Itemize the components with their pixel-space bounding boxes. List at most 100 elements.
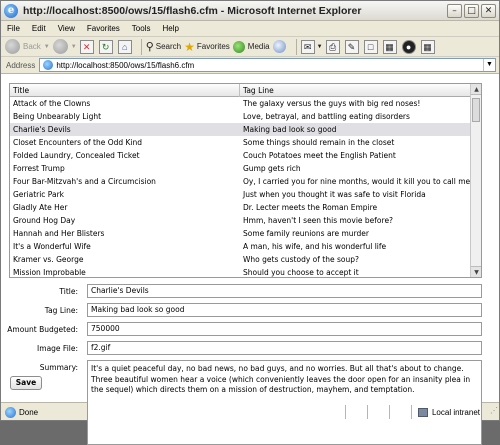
research-icon: ▦ <box>382 39 397 54</box>
table-row[interactable]: Being Unbearably Light Love, betrayal, an… <box>10 110 471 123</box>
cell-title: Geriatric Park <box>13 190 65 199</box>
cell-tagline: Should you choose to accept it <box>243 268 359 277</box>
forward-button[interactable]: ▼ <box>52 38 77 56</box>
menu-favorites[interactable]: Favorites <box>81 24 126 33</box>
table-row[interactable]: Mission Improbable Should you choose to a… <box>10 266 471 277</box>
cell-tagline: The galaxy versus the guys with big red … <box>243 99 421 108</box>
scroll-down-icon[interactable]: ▼ <box>471 266 481 277</box>
column-header-tagline[interactable]: Tag Line <box>240 84 471 97</box>
research-button[interactable]: ▦ <box>382 38 399 56</box>
search-button[interactable]: ⚲ Search <box>146 38 181 56</box>
address-bar: Address http://localhost:8500/ows/15/fla… <box>1 57 499 74</box>
cell-tagline: Just when you thought it was safe to vis… <box>243 190 426 199</box>
title-bar: e http://localhost:8500/ows/15/flash6.cf… <box>1 1 499 21</box>
summary-textarea[interactable]: It's a quiet peaceful day, no bad news, … <box>87 360 482 445</box>
print-button[interactable]: ⎙ <box>325 38 342 56</box>
menu-help[interactable]: Help <box>156 24 184 33</box>
back-button[interactable]: Back ▼ <box>5 38 50 56</box>
status-segment <box>344 405 367 419</box>
intranet-icon <box>417 407 428 417</box>
cell-title: Ground Hog Day <box>13 216 76 225</box>
cell-title: Kramer vs. George <box>13 255 84 264</box>
maximize-button[interactable]: □ <box>464 4 479 18</box>
budget-field[interactable]: 750000 <box>87 322 482 336</box>
budget-label: Amount Budgeted: <box>7 325 78 334</box>
table-row[interactable]: Four Bar-Mitzvah's and a Circumcision Oy,… <box>10 175 471 188</box>
menu-bar: File Edit View Favorites Tools Help <box>1 21 499 37</box>
table-row[interactable]: Ground Hog Day Hmm, haven't I seen this m… <box>10 214 471 227</box>
status-segment <box>366 405 389 419</box>
stop-button[interactable]: ✕ <box>79 38 96 56</box>
table-row[interactable]: Hannah and Her Blisters Some family reuni… <box>10 227 471 240</box>
star-icon: ★ <box>184 39 195 54</box>
cell-tagline: A man, his wife, and his wonderful life <box>243 242 387 251</box>
image-file-field[interactable]: f2.gif <box>87 341 482 355</box>
menu-file[interactable]: File <box>1 24 26 33</box>
close-button[interactable]: ✕ <box>481 4 496 18</box>
cell-tagline: Gump gets rich <box>243 164 301 173</box>
favorites-button[interactable]: ★ Favorites <box>184 38 230 56</box>
table-row[interactable]: Folded Laundry, Concealed Ticket Couch Po… <box>10 149 471 162</box>
forward-arrow-icon <box>52 39 68 54</box>
minimize-button[interactable]: – <box>447 4 462 18</box>
stop-icon: ✕ <box>79 39 94 54</box>
tagline-field[interactable]: Making bad look so good <box>87 303 482 317</box>
cell-tagline: Some family reunions are murder <box>243 229 369 238</box>
save-button[interactable]: Save <box>10 376 42 390</box>
menu-tools[interactable]: Tools <box>126 24 157 33</box>
title-label: Title: <box>59 287 78 296</box>
menu-edit[interactable]: Edit <box>26 24 52 33</box>
mail-icon: ✉ <box>300 39 315 54</box>
table-row[interactable]: It's a Wonderful Wife A man, his wife, an… <box>10 240 471 253</box>
grid-body: Attack of the Clowns The galaxy versus th… <box>10 97 471 277</box>
discuss-icon: □ <box>363 39 378 54</box>
messenger-button[interactable]: ● <box>401 38 418 56</box>
mail-button[interactable]: ✉ ▼ <box>300 38 323 56</box>
grid-header: Title Tag Line <box>10 84 471 97</box>
summary-label: Summary: <box>39 363 78 372</box>
address-dropdown-icon[interactable]: ▼ <box>483 59 495 71</box>
menu-view[interactable]: View <box>52 24 81 33</box>
status-text: Done <box>19 407 39 417</box>
security-zone[interactable]: Local intranet <box>410 405 486 419</box>
table-row[interactable]: Charlie's Devils Making bad look so good <box>10 123 471 136</box>
discuss-button[interactable]: □ <box>363 38 380 56</box>
title-field[interactable]: Charlie's Devils <box>87 284 482 298</box>
media-icon <box>232 40 245 53</box>
cell-title: Attack of the Clowns <box>13 99 91 108</box>
scroll-thumb[interactable] <box>472 98 480 122</box>
media-label: Media <box>247 42 270 51</box>
media-button[interactable]: Media <box>232 38 270 56</box>
table-row[interactable]: Closet Encounters of the Odd Kind Some th… <box>10 136 471 149</box>
grid-scrollbar[interactable]: ▲ ▼ <box>470 84 481 277</box>
column-header-title[interactable]: Title <box>10 84 240 97</box>
extra-button[interactable]: ▦ <box>420 38 437 56</box>
movies-grid[interactable]: Title Tag Line Attack of the Clowns The g… <box>9 83 482 278</box>
browser-window: e http://localhost:8500/ows/15/flash6.cf… <box>0 0 500 445</box>
window-title: http://localhost:8500/ows/15/flash6.cfm … <box>23 4 362 17</box>
cell-title: Being Unbearably Light <box>13 112 102 121</box>
extra-icon: ▦ <box>420 39 435 54</box>
resize-grip-icon[interactable]: ⋰ <box>486 406 498 418</box>
search-label: Search <box>155 42 182 51</box>
ie-logo-icon: e <box>4 3 18 18</box>
address-label: Address <box>6 60 36 70</box>
table-row[interactable]: Gladly Ate Her Dr. Lecter meets the Roman… <box>10 201 471 214</box>
address-input[interactable]: http://localhost:8500/ows/15/flash6.cfm … <box>39 58 496 72</box>
history-button[interactable] <box>272 38 289 56</box>
toolbar: Back ▼ ▼ ✕ ↻ ⌂ ⚲ Search ★ Favorites Medi… <box>1 37 499 57</box>
table-row[interactable]: Forrest Trump Gump gets rich <box>10 162 471 175</box>
table-row[interactable]: Attack of the Clowns The galaxy versus th… <box>10 97 471 110</box>
cell-title: Closet Encounters of the Odd Kind <box>13 138 143 147</box>
toolbar-separator <box>140 38 142 55</box>
page-content: Title Tag Line Attack of the Clowns The g… <box>1 74 499 445</box>
page-icon <box>43 60 54 70</box>
cell-tagline: Who gets custody of the soup? <box>243 255 359 264</box>
refresh-button[interactable]: ↻ <box>98 38 115 56</box>
home-button[interactable]: ⌂ <box>117 38 134 56</box>
edit-button[interactable]: ✎ <box>344 38 361 56</box>
table-row[interactable]: Kramer vs. George Who gets custody of the… <box>10 253 471 266</box>
cell-title: Mission Improbable <box>13 268 86 277</box>
scroll-up-icon[interactable]: ▲ <box>471 84 481 95</box>
table-row[interactable]: Geriatric Park Just when you thought it w… <box>10 188 471 201</box>
